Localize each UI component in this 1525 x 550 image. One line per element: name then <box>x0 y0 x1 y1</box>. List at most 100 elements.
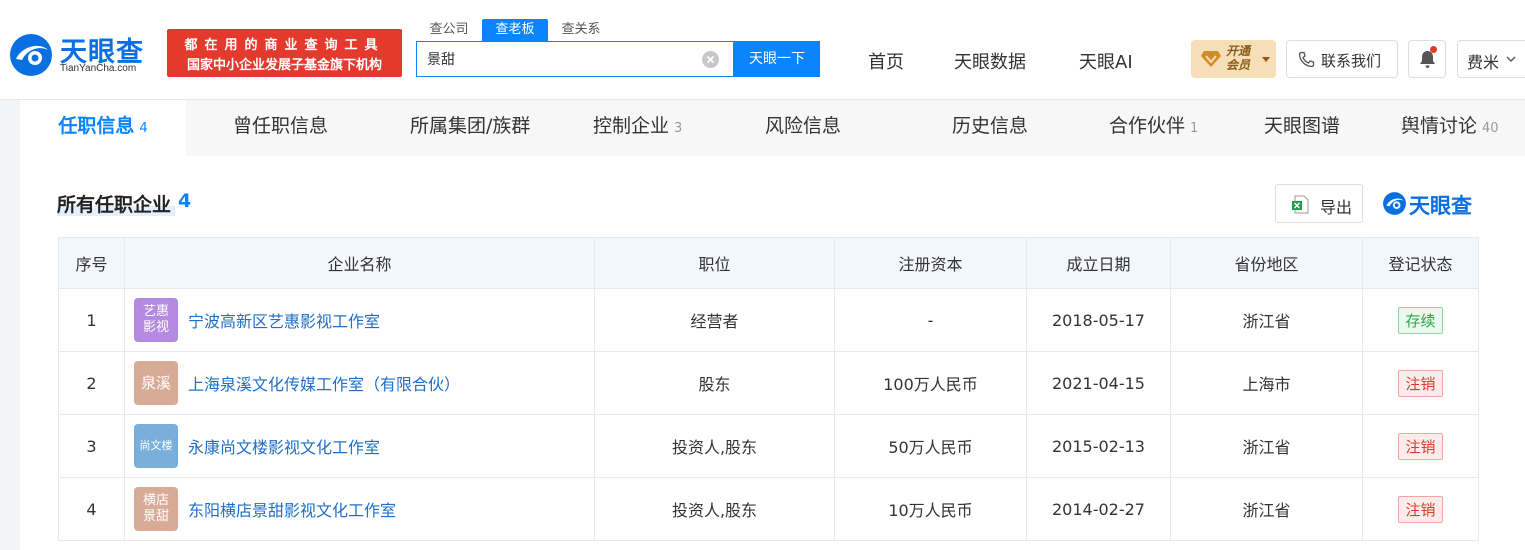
company-name-link[interactable]: 永康尚文楼影视文化工作室 <box>188 434 380 458</box>
region-cell: 浙江省 <box>1170 414 1363 478</box>
company-cell: 横店 景甜 东阳横店景甜影视文化工作室 <box>124 477 595 541</box>
company-cell: 泉溪 上海泉溪文化传媒工作室（有限合伙） <box>124 351 595 415</box>
date-cell: 2021-04-15 <box>1026 351 1171 415</box>
slogan-line-1: 都在用的商业查询工具 <box>184 38 385 53</box>
logo-subtitle: TianYanCha.com <box>60 63 137 74</box>
status-badge: 存续 <box>1398 306 1443 334</box>
company-cell: 艺惠 影视 宁波高新区艺惠影视工作室 <box>124 288 595 352</box>
nav-tianyan-ai[interactable]: 天眼AI <box>1079 48 1133 74</box>
slogan-line-2: 国家中小企业发展子基金旗下机构 <box>186 58 382 73</box>
phone-icon <box>1298 51 1315 68</box>
search-button[interactable]: 天眼一下 <box>734 41 820 77</box>
tianyancha-logo-icon <box>1383 192 1406 215</box>
tab-controlled-companies[interactable]: 控制企业 3 <box>593 100 682 156</box>
search-tab-relation[interactable]: 查关系 <box>550 19 612 41</box>
table-row: 3 尚文楼 永康尚文楼影视文化工作室 投资人,股东 50万人民币 2015-02-… <box>58 414 1479 478</box>
col-header-company: 企业名称 <box>124 237 595 289</box>
company-logo[interactable]: 泉溪 <box>134 361 178 405</box>
col-header-no: 序号 <box>58 237 125 289</box>
section-title: 所有任职企业 <box>57 194 172 216</box>
status-cell: 注销 <box>1362 414 1479 478</box>
search-tab-company[interactable]: 查公司 <box>418 19 480 41</box>
date-cell: 2018-05-17 <box>1026 288 1171 352</box>
slogan-banner: 都在用的商业查询工具 国家中小企业发展子基金旗下机构 <box>167 29 402 77</box>
section-count: 4 <box>178 190 192 212</box>
capital-cell: 100万人民币 <box>834 351 1027 415</box>
content-panel: 所有任职企业 4 导出 天眼查 序号 企业名称 职位 注册资本 成立日期 省份地… <box>20 156 1525 550</box>
table-row: 2 泉溪 上海泉溪文化传媒工作室（有限合伙） 股东 100万人民币 2021-04… <box>58 351 1479 415</box>
position-cell: 投资人,股东 <box>594 414 835 478</box>
row-no: 4 <box>58 477 125 541</box>
vip-diamond-icon <box>1201 51 1221 67</box>
status-cell: 注销 <box>1362 351 1479 415</box>
tianyancha-logo-icon <box>10 34 52 76</box>
company-name-link[interactable]: 上海泉溪文化传媒工作室（有限合伙） <box>188 371 460 395</box>
region-cell: 浙江省 <box>1170 288 1363 352</box>
capital-cell: - <box>834 288 1027 352</box>
contact-us-button[interactable]: 联系我们 <box>1286 40 1398 78</box>
vip-label: 开通 会员 <box>1226 44 1251 72</box>
tab-former-positions[interactable]: 曾任职信息 <box>233 100 328 156</box>
col-header-region: 省份地区 <box>1170 237 1363 289</box>
date-cell: 2014-02-27 <box>1026 477 1171 541</box>
tab-current-positions[interactable]: 任职信息 4 <box>20 100 186 156</box>
notification-dot <box>1430 46 1437 53</box>
region-cell: 浙江省 <box>1170 477 1363 541</box>
chevron-down-icon <box>1262 57 1270 62</box>
search-box <box>416 41 734 77</box>
top-header: 天眼查 TianYanCha.com 都在用的商业查询工具 国家中小企业发展子基… <box>0 0 1525 100</box>
table-header-row: 序号 企业名称 职位 注册资本 成立日期 省份地区 登记状态 <box>58 237 1479 289</box>
profile-tab-bar: 任职信息 4 曾任职信息 所属集团/族群 控制企业 3 风险信息 历史信息 合作伙伴… <box>20 100 1525 156</box>
company-name-link[interactable]: 东阳横店景甜影视文化工作室 <box>188 497 396 521</box>
company-logo[interactable]: 艺惠 影视 <box>134 298 178 342</box>
user-menu[interactable]: 费米 <box>1457 40 1525 78</box>
clear-icon[interactable] <box>702 51 719 68</box>
nav-home[interactable]: 首页 <box>868 48 904 74</box>
table-row: 1 艺惠 影视 宁波高新区艺惠影视工作室 经营者 - 2018-05-17 浙江省 … <box>58 288 1479 352</box>
date-cell: 2015-02-13 <box>1026 414 1171 478</box>
status-badge: 注销 <box>1398 495 1443 523</box>
tab-graph[interactable]: 天眼图谱 <box>1264 100 1340 156</box>
company-name-link[interactable]: 宁波高新区艺惠影视工作室 <box>188 308 380 332</box>
chevron-down-icon <box>1506 56 1516 62</box>
export-label: 导出 <box>1320 198 1353 217</box>
vip-button[interactable]: 开通 会员 <box>1191 40 1276 78</box>
notification-button[interactable] <box>1408 40 1446 78</box>
search-input[interactable] <box>427 42 697 76</box>
status-badge: 注销 <box>1398 369 1443 397</box>
col-header-position: 职位 <box>594 237 835 289</box>
row-no: 2 <box>58 351 125 415</box>
col-header-status: 登记状态 <box>1362 237 1479 289</box>
nav-tianyan-data[interactable]: 天眼数据 <box>954 48 1026 74</box>
positions-table: 序号 企业名称 职位 注册资本 成立日期 省份地区 登记状态 1 艺惠 影视 宁波高… <box>58 237 1479 541</box>
status-cell: 存续 <box>1362 288 1479 352</box>
watermark-text: 天眼查 <box>1409 194 1472 218</box>
search-tab-boss[interactable]: 查老板 <box>482 19 548 41</box>
position-cell: 经营者 <box>594 288 835 352</box>
company-logo[interactable]: 尚文楼 <box>134 424 178 468</box>
region-cell: 上海市 <box>1170 351 1363 415</box>
col-header-date: 成立日期 <box>1026 237 1171 289</box>
tab-group[interactable]: 所属集团/族群 <box>410 100 530 156</box>
position-cell: 股东 <box>594 351 835 415</box>
status-cell: 注销 <box>1362 477 1479 541</box>
excel-icon <box>1292 195 1309 214</box>
export-button[interactable]: 导出 <box>1275 184 1363 223</box>
capital-cell: 10万人民币 <box>834 477 1027 541</box>
company-logo[interactable]: 横店 景甜 <box>134 487 178 531</box>
capital-cell: 50万人民币 <box>834 414 1027 478</box>
row-no: 3 <box>58 414 125 478</box>
company-cell: 尚文楼 永康尚文楼影视文化工作室 <box>124 414 595 478</box>
row-no: 1 <box>58 288 125 352</box>
table-row: 4 横店 景甜 东阳横店景甜影视文化工作室 投资人,股东 10万人民币 2014-0… <box>58 477 1479 541</box>
tab-history-info[interactable]: 历史信息 <box>952 100 1028 156</box>
user-name: 费米 <box>1467 53 1500 72</box>
status-badge: 注销 <box>1398 432 1443 460</box>
contact-us-label: 联系我们 <box>1321 52 1382 70</box>
tab-partners[interactable]: 合作伙伴 1 <box>1109 100 1198 156</box>
position-cell: 投资人,股东 <box>594 477 835 541</box>
tab-public-opinion[interactable]: 舆情讨论 40 <box>1401 100 1499 156</box>
tianyancha-logo[interactable]: 天眼查 TianYanCha.com <box>8 30 158 80</box>
tab-risk-info[interactable]: 风险信息 <box>765 100 841 156</box>
col-header-capital: 注册资本 <box>834 237 1027 289</box>
